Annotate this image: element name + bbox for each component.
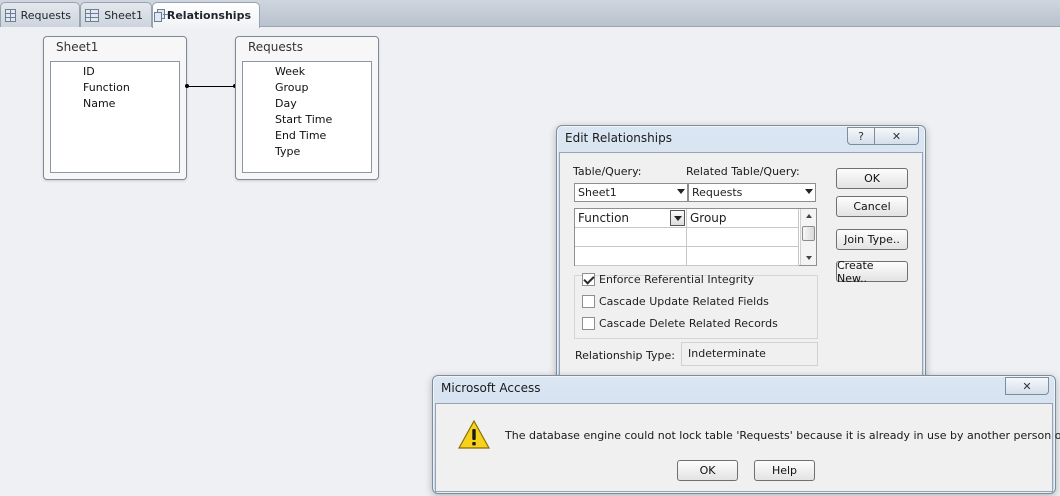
close-icon[interactable]: ✕	[875, 127, 919, 145]
table-query-select[interactable]: Sheet1	[574, 183, 688, 202]
related-table-query-value: Requests	[692, 186, 743, 199]
grid-cell-right[interactable]	[687, 228, 799, 247]
close-icon[interactable]: ✕	[1005, 377, 1049, 395]
field-week[interactable]: Week	[243, 64, 371, 80]
join-endpoint	[185, 84, 189, 88]
relationship-join-line[interactable]	[187, 86, 236, 87]
relationships-icon	[153, 9, 168, 22]
checkbox[interactable]	[582, 317, 595, 330]
tab-requests[interactable]: Requests	[0, 2, 80, 27]
field-id[interactable]: ID	[51, 64, 179, 80]
dialog-client-area: Table/Query: Related Table/Query: Sheet1…	[559, 152, 923, 386]
chevron-down-icon	[805, 189, 813, 194]
cascade-update-related-fields[interactable]: Cascade Update Related Fields	[582, 295, 769, 308]
relationship-type-value: Indeterminate	[681, 342, 818, 366]
related-table-query-select[interactable]: Requests	[688, 183, 816, 202]
tab-sheet1[interactable]: Sheet1	[80, 2, 152, 27]
checkbox[interactable]	[582, 273, 595, 286]
tab-relationships[interactable]: Relationships	[152, 2, 260, 28]
field-day[interactable]: Day	[243, 96, 371, 112]
table-query-value: Sheet1	[578, 186, 617, 199]
dialog-client-area: The database engine could not lock table…	[435, 403, 1060, 492]
checkbox[interactable]	[582, 295, 595, 308]
field-end-time[interactable]: End Time	[243, 128, 371, 144]
join-type-button[interactable]: Join Type..	[836, 229, 908, 250]
chevron-down-icon[interactable]	[670, 210, 685, 226]
field-name[interactable]: Name	[51, 96, 179, 112]
grid-cell-text: Function	[578, 211, 630, 225]
checkbox-label: Cascade Update Related Fields	[599, 295, 769, 308]
help-button[interactable]: Help	[754, 460, 815, 481]
grid-cell-right[interactable]	[687, 247, 799, 266]
checkbox-label: Cascade Delete Related Records	[599, 317, 778, 330]
document-tab-strip: Requests Sheet1 Relationships	[0, 0, 1060, 28]
access-window: Requests Sheet1 Relationships Sheet1 ID …	[0, 0, 1060, 496]
message-box-dialog: Microsoft Access ✕ The database engine c…	[432, 375, 1060, 494]
grid-scrollbar[interactable]	[800, 209, 816, 265]
dialog-title: Microsoft Access	[441, 381, 541, 395]
scroll-up-icon[interactable]	[806, 214, 812, 218]
grid-cell-text: Group	[690, 211, 727, 225]
tab-label: Requests	[20, 8, 71, 22]
field-list-sheet1[interactable]: Sheet1 ID Function Name	[43, 36, 187, 180]
field-function[interactable]: Function	[51, 80, 179, 96]
tab-label: Relationships	[166, 9, 251, 22]
table-icon	[85, 8, 100, 22]
relationship-type-label: Relationship Type:	[575, 349, 675, 362]
related-table-query-label: Related Table/Query:	[686, 165, 800, 178]
warning-icon	[458, 420, 490, 449]
grid-cell-left[interactable]	[575, 247, 687, 266]
grid-cell-right[interactable]: Group	[687, 209, 799, 228]
tab-label: Sheet1	[104, 8, 143, 22]
message-text: The database engine could not lock table…	[505, 429, 1060, 442]
help-icon[interactable]: ?	[847, 127, 875, 145]
create-new-button[interactable]: Create New..	[836, 259, 908, 285]
field-start-time[interactable]: Start Time	[243, 112, 371, 128]
scroll-down-icon[interactable]	[806, 256, 812, 260]
caption-buttons: ✕	[1005, 377, 1049, 395]
scroll-thumb[interactable]	[802, 226, 815, 241]
edit-relationships-dialog: Edit Relationships ? ✕ Table/Query: Rela…	[556, 125, 926, 387]
enforce-referential-integrity[interactable]: Enforce Referential Integrity	[582, 273, 754, 286]
chevron-down-icon	[677, 189, 685, 194]
grid-cell-left[interactable]: Function	[575, 209, 687, 228]
ok-button[interactable]: OK	[677, 460, 738, 481]
field-list-title: Requests	[248, 40, 303, 54]
dialog-title: Edit Relationships	[565, 131, 672, 145]
field-list-requests[interactable]: Requests Week Group Day Start Time End T…	[235, 36, 379, 180]
ok-button[interactable]: OK	[836, 168, 908, 189]
cancel-button[interactable]: Cancel	[836, 196, 908, 217]
field-type[interactable]: Type	[243, 144, 371, 160]
caption-buttons: ? ✕	[847, 127, 919, 145]
grid-cell-left[interactable]	[575, 228, 687, 247]
table-icon	[5, 8, 16, 22]
cascade-delete-related-records[interactable]: Cascade Delete Related Records	[582, 317, 778, 330]
field-list-body: ID Function Name	[50, 61, 180, 173]
field-group[interactable]: Group	[243, 80, 371, 96]
table-query-label: Table/Query:	[573, 165, 642, 178]
field-list-title: Sheet1	[56, 40, 99, 54]
field-list-body: Week Group Day Start Time End Time Type	[242, 61, 372, 173]
field-mapping-grid: Function Group	[574, 208, 817, 266]
checkbox-label: Enforce Referential Integrity	[599, 273, 755, 286]
